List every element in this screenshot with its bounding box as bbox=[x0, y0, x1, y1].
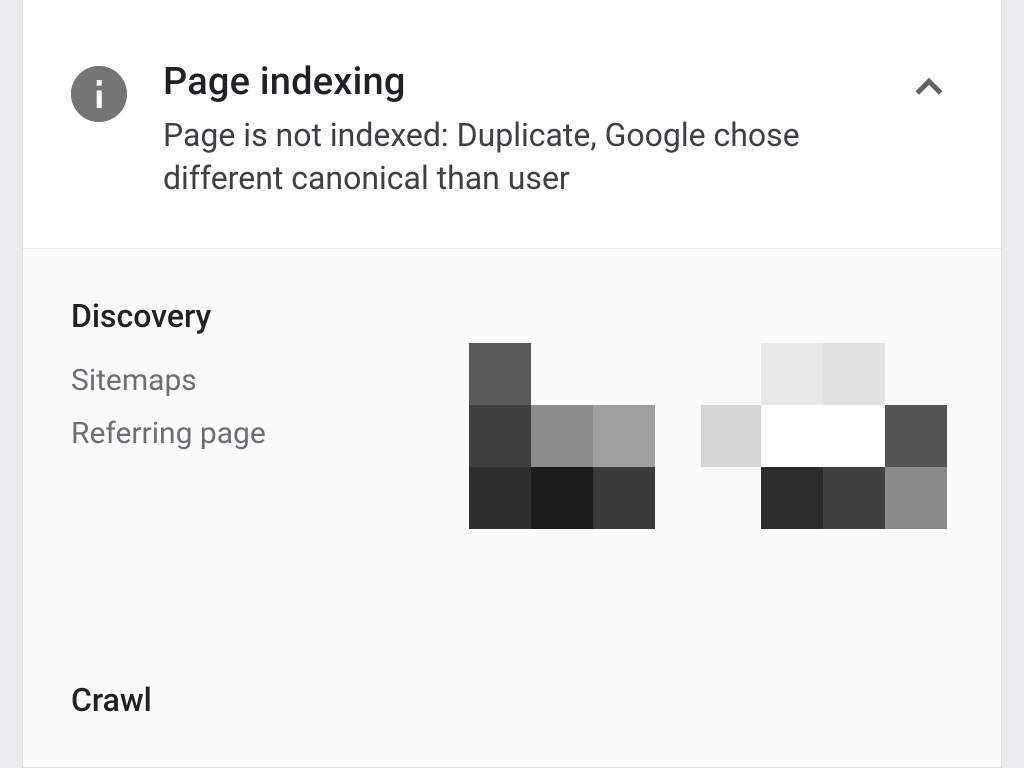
page-indexing-card: Page indexing Page is not indexed: Dupli… bbox=[22, 0, 1002, 768]
info-icon bbox=[71, 66, 127, 122]
redacted-values bbox=[469, 343, 969, 543]
card-header[interactable]: Page indexing Page is not indexed: Dupli… bbox=[23, 0, 1001, 249]
chevron-up-icon[interactable] bbox=[905, 64, 953, 112]
header-text: Page indexing Page is not indexed: Dupli… bbox=[163, 60, 905, 200]
card-subtitle: Page is not indexed: Duplicate, Google c… bbox=[163, 114, 881, 200]
section-title-discovery: Discovery bbox=[71, 297, 953, 335]
card-body: Discovery Sitemaps Referring page Crawl bbox=[23, 249, 1001, 768]
section-title-crawl: Crawl bbox=[71, 681, 953, 719]
card-title: Page indexing bbox=[163, 60, 881, 104]
